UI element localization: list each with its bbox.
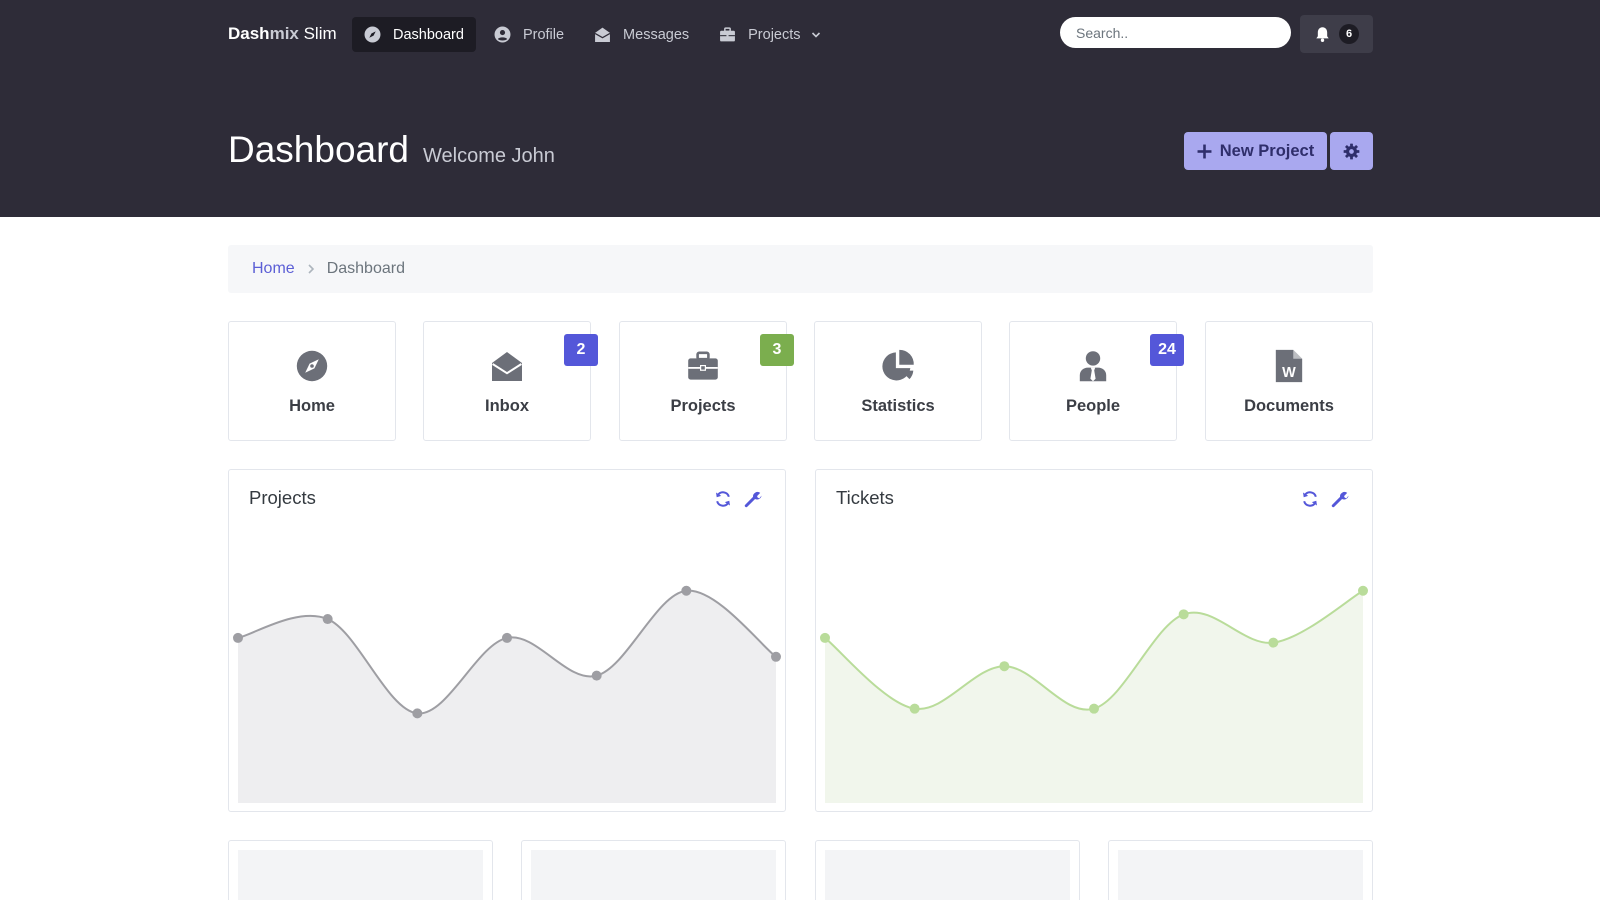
data-point-3[interactable]	[502, 632, 512, 643]
brand-part-3: Slim	[298, 24, 337, 43]
breadcrumb-current: Dashboard	[326, 260, 405, 277]
refresh-icon	[1301, 490, 1319, 508]
placeholder-card	[521, 840, 786, 900]
card-title: Tickets	[836, 487, 894, 508]
projects-chart	[233, 585, 781, 803]
top-nav: Dashboard Profile Messages Projects	[352, 17, 839, 52]
compass-icon	[364, 26, 381, 43]
briefcase-icon	[686, 349, 720, 383]
series-area	[825, 590, 1363, 803]
page-header: Dashmix Slim Dashboard Profile Messages …	[0, 0, 1600, 217]
chart-pie-icon	[881, 349, 915, 383]
data-point-5[interactable]	[681, 585, 692, 596]
data-point-1[interactable]	[909, 703, 920, 714]
chevron-right-icon	[305, 263, 317, 275]
nav-item-messages[interactable]: Messages	[582, 17, 701, 52]
nav-item-profile[interactable]: Profile	[482, 17, 576, 52]
tile-projects[interactable]: Projects 3	[619, 321, 794, 441]
breadcrumb-home-link[interactable]: Home	[252, 260, 295, 278]
placeholder-card	[1108, 840, 1373, 900]
svg-text:W: W	[1282, 365, 1296, 381]
nav-item-label: Dashboard	[393, 26, 464, 43]
new-project-label: New Project	[1219, 141, 1315, 160]
data-point-4[interactable]	[1178, 609, 1189, 620]
placeholder-block	[1118, 850, 1363, 900]
file-word-icon: W	[1272, 349, 1306, 383]
projects-chart-card: Projects	[228, 469, 786, 812]
configure-button[interactable]	[743, 489, 763, 509]
data-point-4[interactable]	[591, 670, 602, 681]
refresh-button[interactable]	[1300, 489, 1320, 509]
briefcase-icon	[719, 26, 736, 43]
breadcrumb: Home Dashboard	[228, 245, 1373, 293]
search-input[interactable]	[1060, 17, 1291, 48]
data-point-5[interactable]	[1268, 637, 1279, 648]
placeholder-block	[825, 850, 1070, 900]
tile-statistics[interactable]: Statistics	[814, 321, 982, 441]
data-point-6[interactable]	[771, 651, 781, 662]
data-point-0[interactable]	[233, 632, 243, 643]
project-count-badge: 3	[760, 334, 794, 366]
user-circle-icon	[494, 26, 511, 43]
data-point-1[interactable]	[322, 614, 333, 625]
notifications-button[interactable]: 6	[1300, 15, 1373, 53]
brand-part-2: mix	[269, 24, 299, 43]
tile-label: Statistics	[861, 397, 935, 415]
tile-people[interactable]: People 24	[1009, 321, 1184, 441]
page-title: Dashboard	[228, 129, 410, 170]
placeholder-card	[228, 840, 493, 900]
tile-inbox[interactable]: Inbox 2	[423, 321, 598, 441]
tile-label: Home	[289, 397, 335, 415]
page-subtitle: Welcome John	[423, 145, 555, 167]
data-point-3[interactable]	[1089, 703, 1099, 714]
tile-label: People	[1065, 397, 1121, 415]
wrench-icon	[744, 490, 762, 508]
data-point-6[interactable]	[1358, 585, 1368, 596]
nav-item-label: Profile	[522, 26, 565, 43]
quick-links: Home Inbox 2 Projects 3 Statistics Peopl…	[228, 321, 1373, 441]
placeholder-block	[531, 850, 776, 900]
refresh-icon	[714, 490, 732, 508]
placeholder-card	[815, 840, 1080, 900]
card-title: Projects	[249, 487, 316, 508]
nav-item-dashboard[interactable]: Dashboard	[352, 17, 476, 52]
chevron-down-icon	[811, 30, 821, 40]
data-point-2[interactable]	[412, 708, 423, 719]
nav-item-projects[interactable]: Projects	[707, 17, 832, 52]
series-area	[238, 590, 776, 803]
notification-count-badge: 6	[1339, 24, 1359, 44]
wrench-icon	[1331, 490, 1349, 508]
nav-item-label: Projects	[748, 26, 801, 43]
new-project-button[interactable]: New Project	[1184, 132, 1327, 170]
cog-icon	[1343, 143, 1360, 160]
configure-button[interactable]	[1330, 489, 1350, 509]
people-count-badge: 24	[1150, 334, 1184, 366]
user-tie-icon	[1076, 349, 1110, 383]
refresh-button[interactable]	[713, 489, 733, 509]
plus-icon	[1197, 144, 1212, 159]
bell-icon	[1314, 26, 1331, 43]
data-point-0[interactable]	[820, 632, 830, 643]
tile-label: Inbox	[485, 397, 529, 415]
brand-logo[interactable]: Dashmix Slim	[228, 22, 337, 46]
settings-button[interactable]	[1330, 132, 1373, 170]
tile-label: Documents	[1244, 397, 1334, 415]
nav-item-label: Messages	[623, 26, 690, 43]
tile-documents[interactable]: W Documents	[1205, 321, 1373, 441]
brand-part-1: Dash	[228, 24, 270, 43]
envelope-open-icon	[490, 349, 524, 383]
tile-label: Projects	[670, 397, 736, 415]
tickets-chart	[820, 585, 1368, 803]
compass-icon	[295, 349, 329, 383]
data-point-2[interactable]	[999, 661, 1010, 672]
tile-home[interactable]: Home	[228, 321, 396, 441]
envelope-open-icon	[594, 26, 611, 43]
placeholder-block	[238, 850, 483, 900]
unread-count-badge: 2	[564, 334, 598, 366]
tickets-chart-card: Tickets	[815, 469, 1373, 812]
